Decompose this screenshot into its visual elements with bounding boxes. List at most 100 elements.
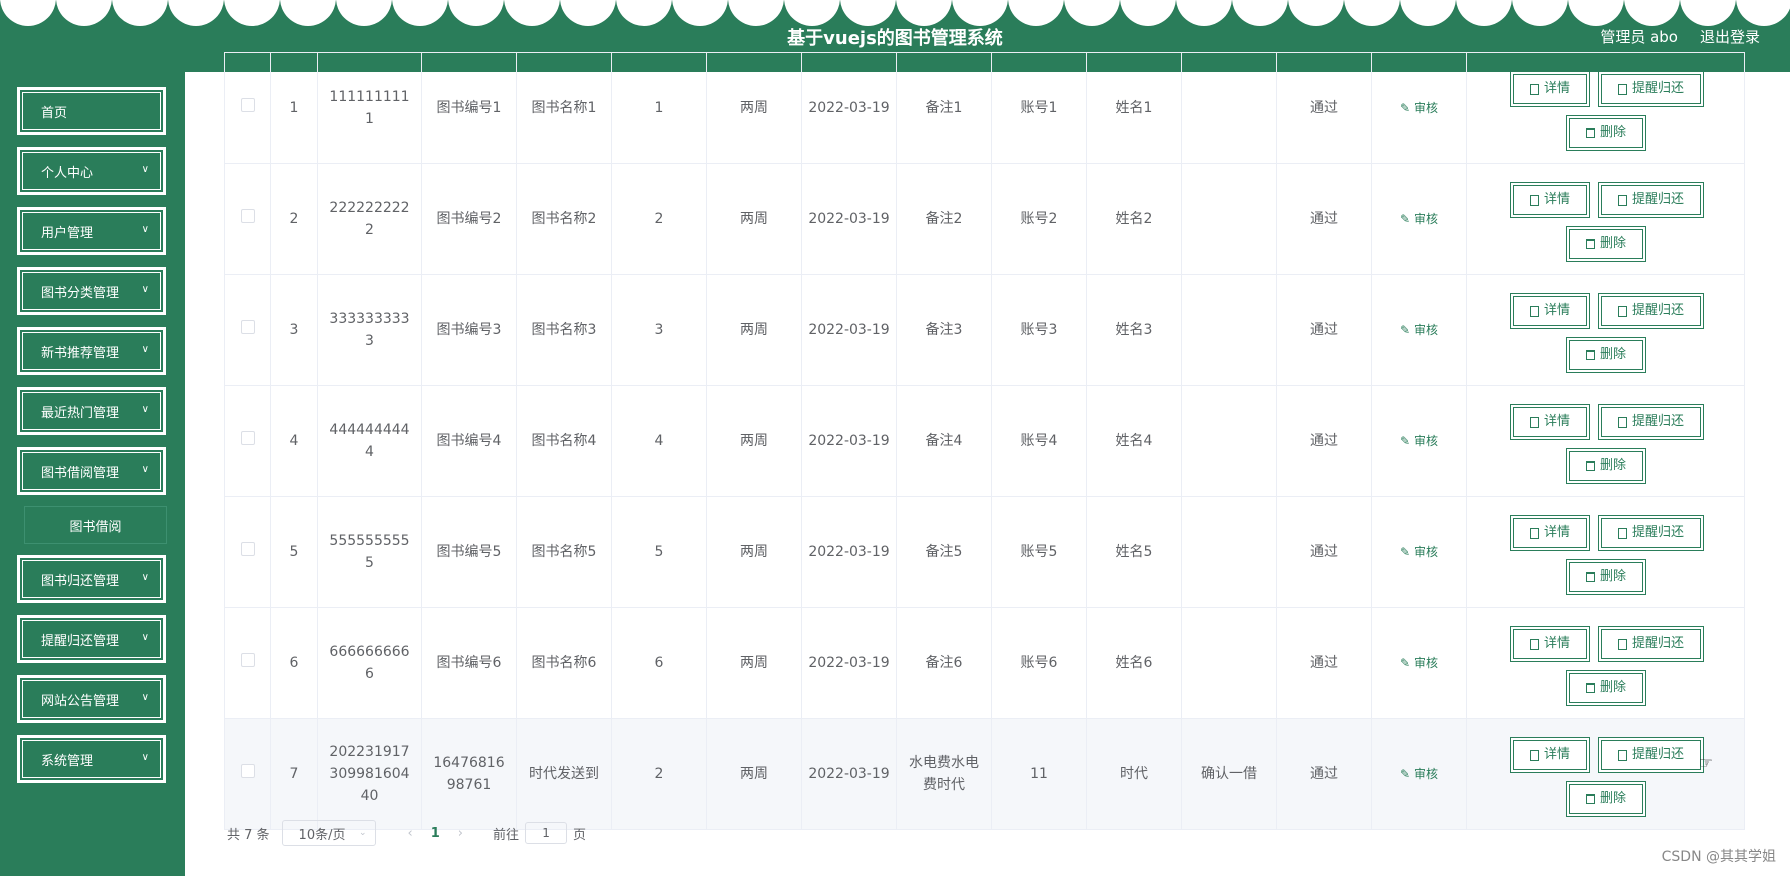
delete-button[interactable]: 删除 [1566,448,1646,484]
sidebar-item-0[interactable]: 首页 [17,87,166,135]
remind-return-button[interactable]: 提醒归还 [1598,626,1704,662]
sidebar-item-label: 新书推荐管理 [41,345,120,361]
remind-return-button[interactable]: 提醒归还 [1598,71,1704,107]
cell-qty: 4 [611,385,707,497]
audit-label: 审核 [1413,434,1438,448]
audit-cell: ✎ 审核 [1371,163,1467,275]
delete-button[interactable]: 删除 [1566,670,1646,706]
remind-return-button[interactable]: 提醒归还 [1598,515,1704,551]
sidebar-item-4[interactable]: 新书推荐管理 ∨ [17,327,166,375]
table-row: 2 2222222222 图书编号2 图书名称2 2 两周 2022-03-19 备注2 账号2… [224,163,1745,275]
cell-book_no: 图书编号3 [421,274,517,386]
audit-link[interactable]: ✎ 审核 [1400,101,1438,115]
scallop-shape [1064,0,1120,26]
row-checkbox[interactable] [240,653,255,667]
delete-button[interactable]: 删除 [1566,115,1646,151]
cell-book_no: 图书编号1 [421,52,517,164]
audit-link[interactable]: ✎ 审核 [1400,545,1438,559]
sidebar-item-5[interactable]: 最近热门管理 ∨ [17,387,166,435]
sidebar-item-1[interactable]: 个人中心 ∨ [17,147,166,195]
detail-label: 详情 [1543,303,1570,318]
operations-group: 详情 提醒归还删除 [1467,497,1744,607]
sidebar-item-7[interactable]: 图书归还管理 ∨ [17,555,166,603]
cell-reply [1181,163,1277,275]
scallop-shape [728,0,784,26]
edit-icon: ✎ [1400,656,1411,670]
page-size-select[interactable]: 10条/页 ⌄ [281,820,376,846]
detail-button[interactable]: 详情 [1510,626,1590,662]
cell-qty: 1 [611,52,707,164]
remind-label: 提醒归还 [1631,303,1684,318]
row-checkbox[interactable] [240,98,255,112]
cell-account: 账号1 [991,52,1087,164]
row-checkbox[interactable] [240,431,255,445]
sidebar-item-label: 最近热门管理 [41,405,120,421]
cell-note: 备注4 [896,385,992,497]
goto-page-input[interactable]: 1 [525,822,568,844]
remind-return-button[interactable]: 提醒归还 [1598,182,1704,218]
delete-button[interactable]: 删除 [1566,559,1646,595]
detail-button[interactable]: 详情 [1510,71,1590,107]
sidebar-item-9[interactable]: 网站公告管理 ∨ [17,675,166,723]
remind-return-button[interactable]: 提醒归还 ☞ [1598,737,1713,773]
edit-icon: ✎ [1400,434,1411,448]
remind-return-button[interactable]: 提醒归还 [1598,293,1704,329]
edit-icon: ✎ [1400,101,1411,115]
detail-button[interactable]: 详情 [1510,515,1590,551]
delete-button[interactable]: 删除 [1566,226,1646,262]
prev-page-icon[interactable]: ‹ [408,826,413,841]
cell-date: 2022-03-19 [801,163,897,275]
remind-label: 提醒归还 [1631,414,1684,429]
detail-button[interactable]: 详情 [1510,182,1590,218]
row-checkbox[interactable] [240,764,255,778]
cell-status: 通过 [1276,607,1372,719]
trash-icon [1585,794,1595,804]
sidebar-item-3[interactable]: 图书分类管理 ∨ [17,267,166,315]
next-page-icon[interactable]: › [458,826,463,841]
page-number-current[interactable]: 1 [431,826,440,841]
audit-cell: ✎ 审核 [1371,385,1467,497]
sidebar-item-10[interactable]: 系统管理 ∨ [17,735,166,783]
detail-button[interactable]: 详情 [1510,404,1590,440]
sidebar-item-2[interactable]: 用户管理 ∨ [17,207,166,255]
detail-button[interactable]: 详情 [1510,293,1590,329]
sidebar-item-6[interactable]: 图书借阅管理 ∨ [17,447,166,495]
detail-button[interactable]: 详情 [1510,737,1590,773]
delete-button[interactable]: 删除 [1566,337,1646,373]
operations-cell: 详情 提醒归还 ☞ 删除 [1466,718,1745,830]
audit-link[interactable]: ✎ 审核 [1400,434,1438,448]
audit-link[interactable]: ✎ 审核 [1400,323,1438,337]
document-icon [1617,416,1627,428]
cell-status: 通过 [1276,52,1372,164]
scallop-shape [784,0,840,26]
sidebar: 首页个人中心 ∨ 用户管理 ∨ 图书分类管理 ∨ 新书推荐管理 ∨ 最近热门管理 ∨ 图书借阅管理 ∨… [0,72,185,876]
audit-cell: ✎ 审核 [1371,718,1467,830]
audit-label: 审核 [1413,767,1438,781]
row-checkbox[interactable] [240,209,255,223]
scallop-shape [1400,0,1456,26]
cell-qty: 3 [611,274,707,386]
row-checkbox[interactable] [240,542,255,556]
audit-cell: ✎ 审核 [1371,607,1467,719]
user-label[interactable]: 管理员 abo [1600,26,1678,47]
logout-button[interactable]: 退出登录 [1700,26,1760,47]
audit-link[interactable]: ✎ 审核 [1400,212,1438,226]
scallop-shape [1624,0,1680,26]
cell-note: 备注2 [896,163,992,275]
delete-button[interactable]: 删除 [1566,781,1646,817]
sidebar-item-8[interactable]: 提醒归还管理 ∨ [17,615,166,663]
sidebar-subitem-borrow[interactable]: 图书借阅 [24,506,167,544]
cell-name: 时代 [1086,718,1182,830]
audit-link[interactable]: ✎ 审核 [1400,767,1438,781]
audit-cell: ✎ 审核 [1371,496,1467,608]
cell-book_name: 图书名称6 [516,607,612,719]
table-row: 1 1111111111 图书编号1 图书名称1 1 两周 2022-03-19 备注1 账号1… [224,52,1745,164]
table-row: 5 5555555555 图书编号5 图书名称5 5 两周 2022-03-19 备注5 账号5… [224,496,1745,608]
remind-return-button[interactable]: 提醒归还 [1598,404,1704,440]
row-select-cell [224,496,271,608]
audit-link[interactable]: ✎ 审核 [1400,656,1438,670]
delete-label: 删除 [1599,236,1626,251]
row-checkbox[interactable] [240,320,255,334]
cell-status: 通过 [1276,163,1372,275]
row-select-cell [224,163,271,275]
